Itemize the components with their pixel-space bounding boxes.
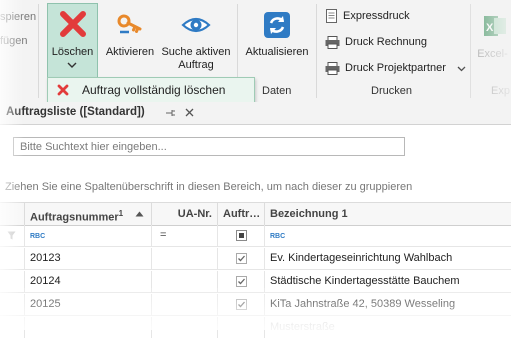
checkmark-icon xyxy=(238,255,245,262)
column-label-order-number: Auftragsnummer xyxy=(30,211,119,224)
cell-description: Musterstraße xyxy=(264,317,511,338)
cell-order-number: 20123 xyxy=(24,248,151,269)
column-header-ua-nr[interactable]: UA-Nr. xyxy=(151,203,217,225)
delete-dropdown-menu: Auftrag vollständig löschen xyxy=(47,77,255,103)
printer-icon xyxy=(325,61,340,75)
group-label-daten: Daten xyxy=(262,85,292,97)
tab-title: Auftragsliste ([Standard]) xyxy=(6,106,145,118)
text-filter-icon: RBC xyxy=(30,233,46,240)
cell-ua-nr xyxy=(151,317,217,338)
row-checkbox[interactable] xyxy=(236,253,247,264)
indeterminate-icon xyxy=(239,233,244,238)
key-icon xyxy=(117,12,143,42)
document-icon xyxy=(326,9,337,24)
group-label-export: Exp xyxy=(491,85,510,97)
delete-icon xyxy=(57,84,69,99)
column-label-auftr: Auftr… xyxy=(223,208,261,220)
ribbon-partial-label-2: fügen xyxy=(0,35,28,47)
cell-ua-nr xyxy=(151,294,217,315)
equals-operator-icon: = xyxy=(160,229,167,241)
printer-icon xyxy=(325,35,340,49)
group-by-hint: Ziehen Sie eine Spaltenüberschrift in di… xyxy=(5,181,413,193)
filter-checkbox[interactable] xyxy=(236,230,247,241)
ribbon-separator xyxy=(470,4,471,98)
print-invoice-label: Druck Rechnung xyxy=(345,36,427,48)
checkmark-icon xyxy=(238,278,245,285)
tab-order-list[interactable]: Auftragsliste ([Standard]) xyxy=(0,102,206,124)
chevron-down-icon xyxy=(457,66,466,72)
cell-description: Städtische Kindertagesstätte Bauchem xyxy=(264,271,511,292)
pin-icon[interactable] xyxy=(164,107,176,122)
cell-order-number xyxy=(24,317,151,338)
search-active-label-line1: Suche aktiven xyxy=(161,46,231,58)
cell-ua-nr xyxy=(151,271,217,292)
ribbon-partial-label-1: spieren xyxy=(0,11,37,23)
table-row[interactable]: 20123 Ev. Kindertageseinrichtung Wahlbac… xyxy=(0,248,511,270)
express-print-label: Expressdruck xyxy=(343,10,410,22)
excel-export-button[interactable]: X Excel- xyxy=(474,4,511,74)
table-row[interactable]: Musterstraße xyxy=(0,317,511,339)
column-header-auftr[interactable]: Auftr… xyxy=(217,203,264,225)
delete-button-label: Löschen xyxy=(51,46,94,58)
column-label-description: Bezeichnung 1 xyxy=(270,208,348,220)
row-checkbox[interactable] xyxy=(236,299,247,310)
filter-description[interactable]: RBC xyxy=(264,225,511,246)
cell-auftr xyxy=(217,271,264,292)
delete-order-fully-label: Auftrag vollständig löschen xyxy=(82,83,226,97)
filter-icon[interactable] xyxy=(7,231,16,243)
excel-icon: X xyxy=(484,14,506,42)
cell-auftr xyxy=(217,294,264,315)
express-print-button[interactable]: Expressdruck xyxy=(325,8,410,24)
print-project-partner-label: Druck Projektpartner xyxy=(345,62,446,74)
delete-icon xyxy=(59,10,87,41)
refresh-button-label: Aktualisieren xyxy=(245,46,309,58)
grid-header: Auftragsnummer1 UA-Nr. Auftr… Bezeichnun… xyxy=(0,202,511,226)
group-label-drucken: Drucken xyxy=(371,85,412,97)
activate-button-label: Aktivieren xyxy=(105,46,155,58)
ribbon-separator xyxy=(38,4,39,98)
table-row[interactable]: 20124 Städtische Kindertagesstätte Bauch… xyxy=(0,271,511,293)
filter-row: RBC = RBC xyxy=(0,225,511,247)
activate-button[interactable]: Aktivieren xyxy=(102,4,158,74)
close-icon[interactable] xyxy=(184,107,195,121)
search-active-order-button[interactable]: Suche aktiven Auftrag xyxy=(160,4,232,74)
column-label-ua-nr: UA-Nr. xyxy=(177,208,212,220)
refresh-button[interactable]: Aktualisieren xyxy=(243,4,311,74)
delete-button[interactable]: Löschen xyxy=(47,3,98,78)
refresh-icon xyxy=(263,11,291,43)
ribbon-separator xyxy=(316,4,317,98)
chevron-down-icon xyxy=(67,60,77,72)
sort-index: 1 xyxy=(118,209,124,218)
cell-description: KiTa Jahnstraße 42, 50389 Wesseling xyxy=(264,294,511,315)
cell-order-number: 20125 xyxy=(24,294,151,315)
cell-description: Ev. Kindertageseinrichtung Wahlbach xyxy=(264,248,511,269)
cell-auftr xyxy=(217,248,264,269)
table-row[interactable]: 20125 KiTa Jahnstraße 42, 50389 Wesselin… xyxy=(0,294,511,316)
cell-order-number: 20124 xyxy=(24,271,151,292)
search-input[interactable] xyxy=(13,137,405,156)
filter-ua-nr[interactable]: = xyxy=(151,225,217,246)
sort-ascending-icon xyxy=(135,211,144,217)
excel-label: Excel- xyxy=(477,48,508,60)
cell-auftr xyxy=(217,317,264,338)
filter-auftr[interactable] xyxy=(217,225,264,246)
delete-order-fully-item[interactable]: Auftrag vollständig löschen xyxy=(48,78,254,102)
search-active-label-line2: Auftrag xyxy=(178,59,214,71)
column-header-order-number[interactable]: Auftragsnummer1 xyxy=(24,203,151,225)
svg-text:X: X xyxy=(486,22,494,34)
document-tab-bar: Auftragsliste ([Standard]) xyxy=(0,102,511,125)
column-header-description[interactable]: Bezeichnung 1 xyxy=(264,203,511,225)
cell-ua-nr xyxy=(151,248,217,269)
print-invoice-button[interactable]: Druck Rechnung xyxy=(325,34,427,50)
eye-icon xyxy=(181,12,211,42)
row-checkbox[interactable] xyxy=(236,276,247,287)
checkmark-icon xyxy=(238,301,245,308)
text-filter-icon: RBC xyxy=(270,233,286,240)
print-project-partner-button[interactable]: Druck Projektpartner xyxy=(325,60,471,76)
filter-order-number[interactable]: RBC xyxy=(24,225,151,246)
